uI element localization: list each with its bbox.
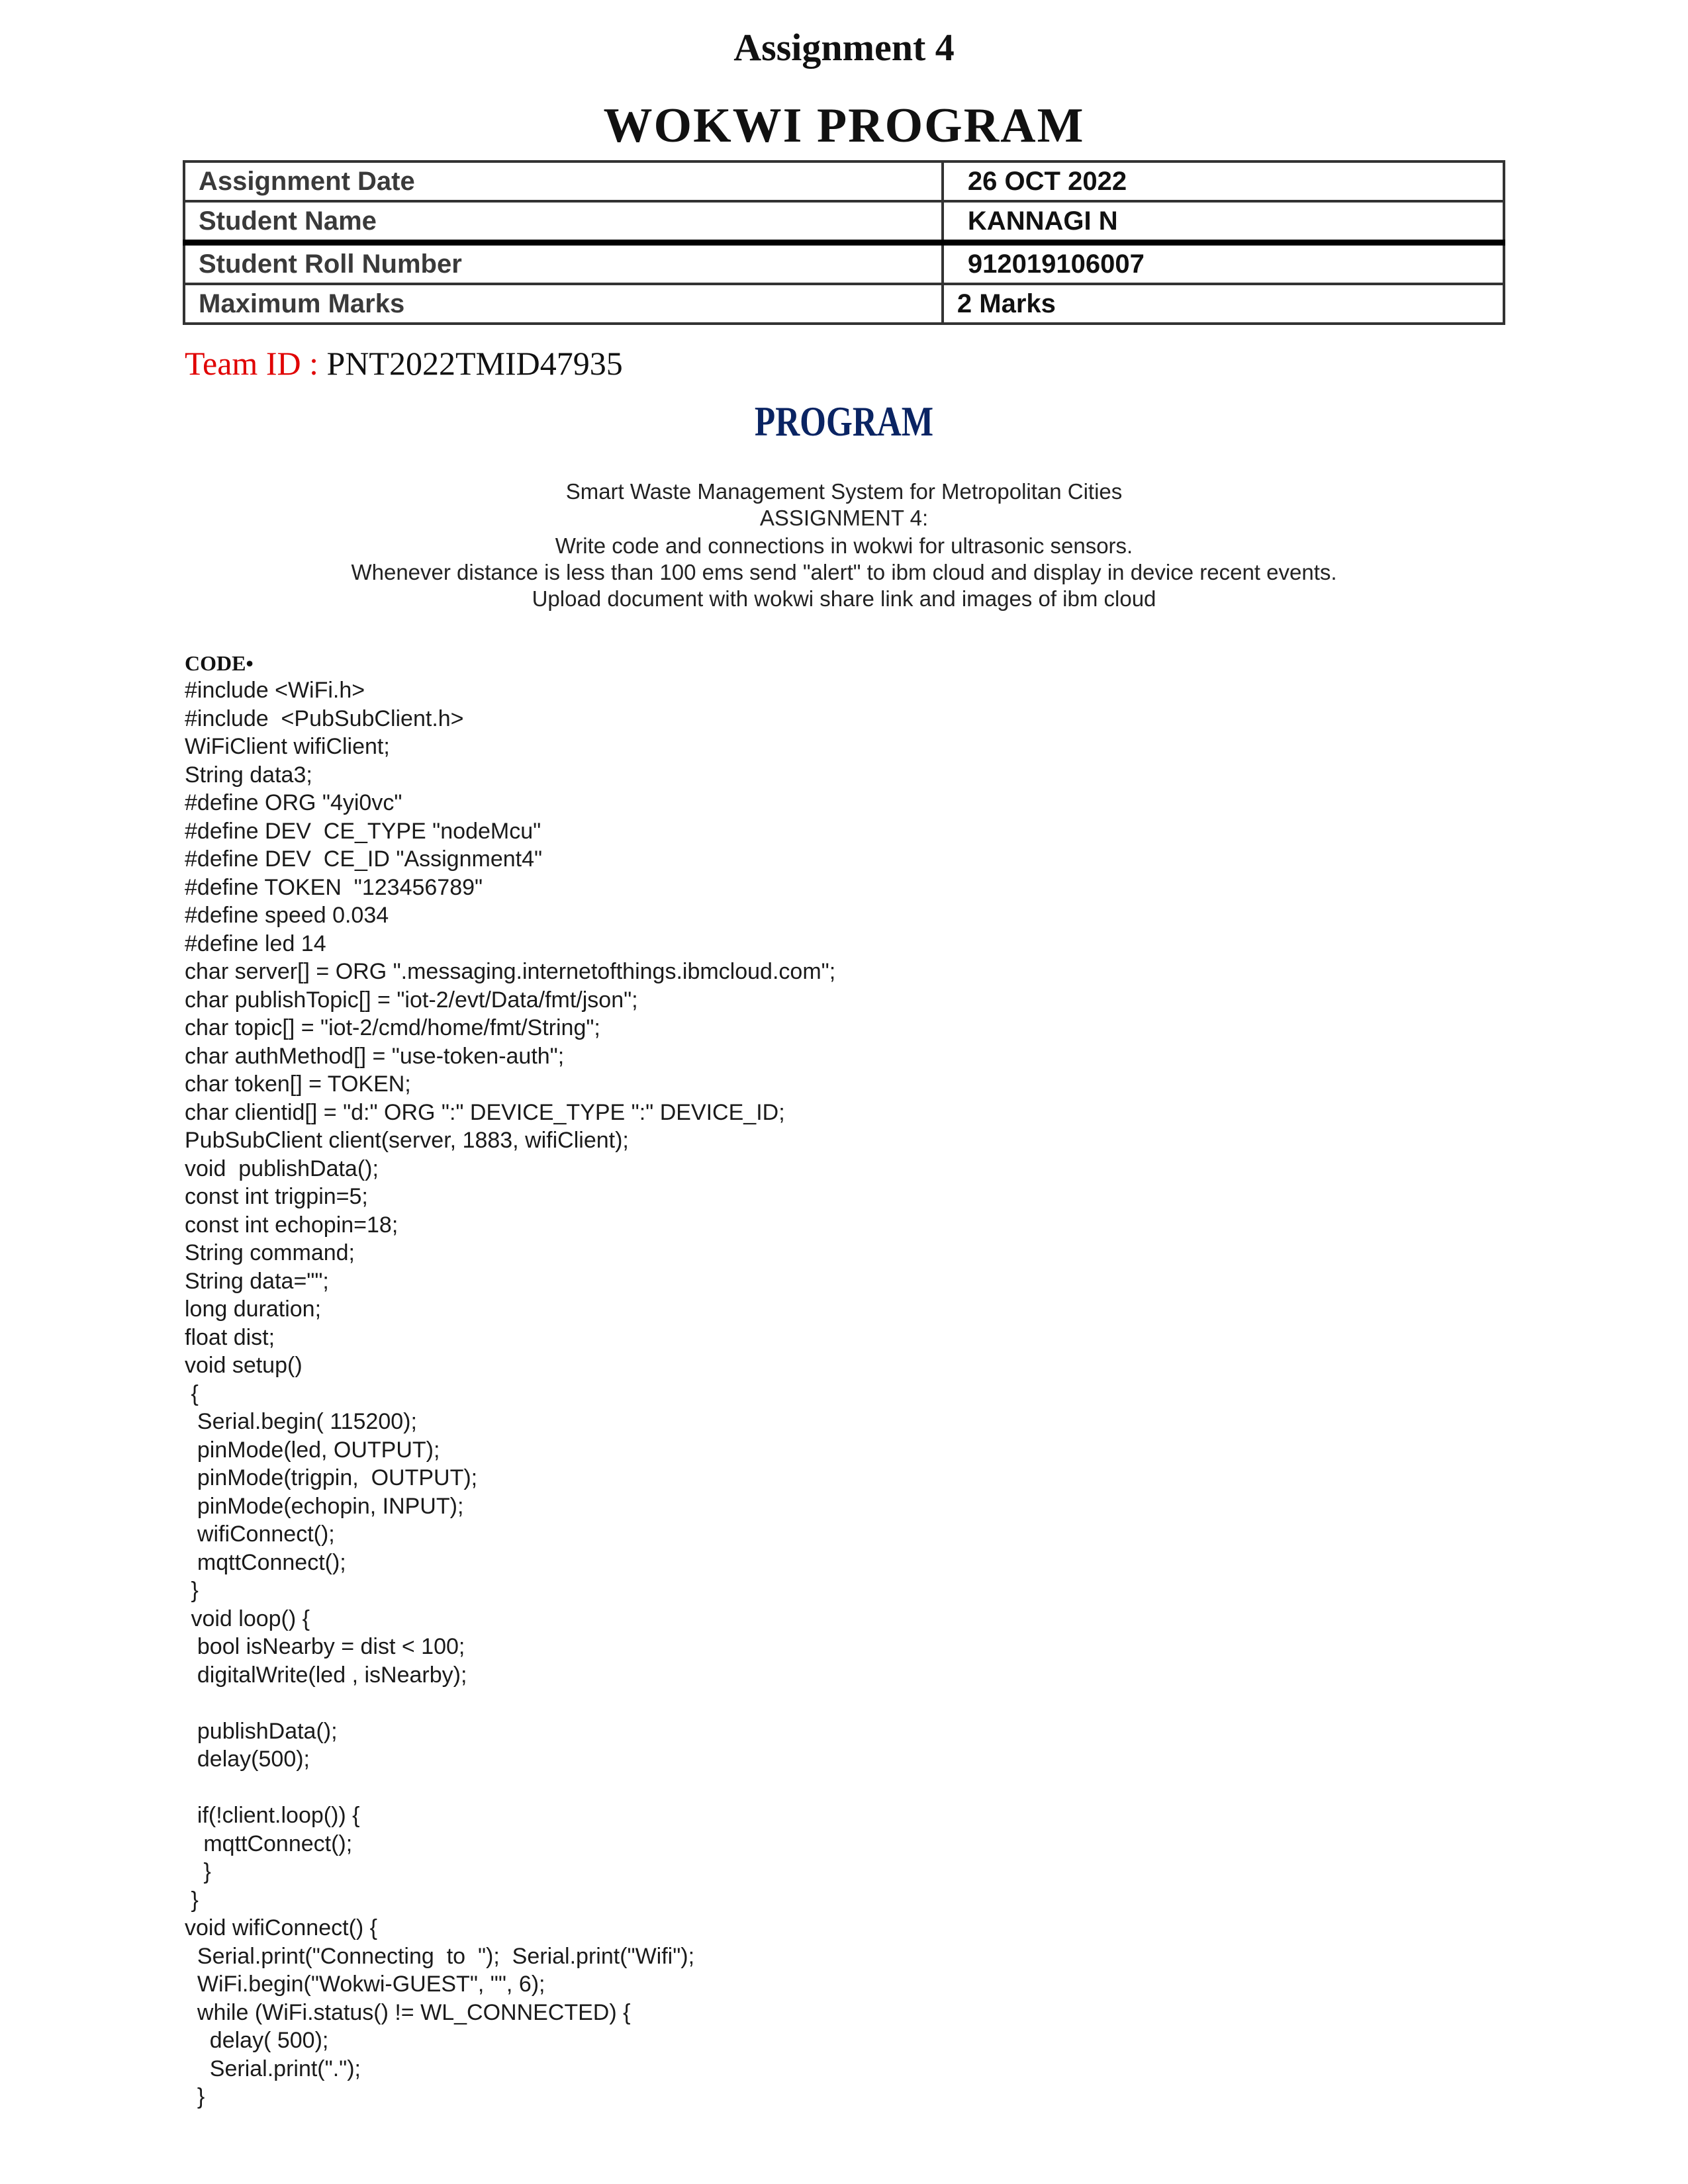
description-line: ASSIGNMENT 4: — [759, 506, 929, 530]
code-line: #define ORG "4yi0vc" — [185, 790, 402, 815]
code-line: while (WiFi.status() != WL_CONNECTED) { — [185, 1999, 631, 2025]
code-line: publishData(); — [185, 1718, 338, 1744]
code-line: } — [185, 1887, 199, 1913]
code-line: const int echopin=18; — [185, 1212, 399, 1238]
code-line: char server[] = ORG ".messaging.internet… — [185, 959, 836, 984]
info-label: Student Roll Number — [183, 241, 944, 285]
team-id: Team ID : PNT2022TMID47935 — [185, 344, 623, 383]
document-subtitle: WOKWI PROGRAM — [603, 99, 1085, 153]
code-line: void publishData(); — [185, 1156, 379, 1181]
info-label: Maximum Marks — [183, 283, 944, 325]
info-row-name: Student Name KANNAGI N — [183, 200, 1506, 246]
description-line: Smart Waste Management System for Metrop… — [565, 479, 1123, 504]
code-line: void setup() — [185, 1353, 303, 1378]
code-line: mqttConnect(); — [185, 1549, 346, 1575]
program-heading: PROGRAM — [754, 398, 934, 445]
info-table: Assignment Date 26 OCT 2022 Student Name K… — [183, 160, 1506, 325]
code-line: #define DEV CE_TYPE "nodeMcu" — [185, 818, 541, 844]
code-line: const int trigpin=5; — [185, 1184, 368, 1209]
code-line: String data=""; — [185, 1268, 329, 1294]
code-block: #include <WiFi.h> #include <PubSubClient.… — [185, 676, 835, 2111]
description-line: Whenever distance is less than 100 ems s… — [351, 560, 1337, 584]
code-line: delay(500); — [185, 1747, 310, 1772]
code-line: #include <WiFi.h> — [185, 678, 365, 703]
code-line: char clientid[] = "d:" ORG ":" DEVICE_TY… — [185, 1099, 785, 1125]
code-label: CODE• — [185, 651, 254, 675]
team-id-value: PNT2022TMID47935 — [326, 345, 623, 382]
info-value: 912019106007 — [941, 241, 1506, 285]
info-row-date: Assignment Date 26 OCT 2022 — [183, 160, 1506, 203]
code-line: #include <PubSubClient.h> — [185, 705, 464, 731]
code-line: pinMode(led, OUTPUT); — [185, 1437, 440, 1463]
info-row-marks: Maximum Marks 2 Marks — [183, 283, 1506, 325]
code-line: delay( 500); — [185, 2028, 329, 2053]
info-value: KANNAGI N — [941, 200, 1506, 246]
code-line: float dist; — [185, 1324, 275, 1350]
description-line: Upload document with wokwi share link an… — [532, 586, 1156, 611]
code-line: void loop() { — [185, 1606, 310, 1631]
code-line: char authMethod[] = "use-token-auth"; — [185, 1043, 565, 1069]
code-line: { — [185, 1381, 199, 1406]
info-value: 26 OCT 2022 — [941, 160, 1506, 203]
code-line: } — [185, 1578, 199, 1603]
code-line: char topic[] = "iot-2/cmd/home/fmt/Strin… — [185, 1015, 600, 1040]
code-line: wifiConnect(); — [185, 1522, 335, 1547]
code-line: String data3; — [185, 762, 312, 788]
code-line: WiFiClient wifiClient; — [185, 734, 390, 759]
info-value: 2 Marks — [941, 283, 1506, 325]
code-line: char token[] = TOKEN; — [185, 1071, 411, 1097]
code-line: #define speed 0.034 — [185, 903, 389, 928]
code-line: Serial.print("Connecting to "); Serial.p… — [185, 1943, 695, 1969]
code-line: Serial.begin( 115200); — [185, 1409, 417, 1434]
code-line: bool isNearby = dist < 100; — [185, 1634, 465, 1659]
code-line: char publishTopic[] = "iot-2/evt/Data/fm… — [185, 987, 638, 1013]
document-title: Assignment 4 — [733, 26, 955, 69]
code-line: pinMode(echopin, INPUT); — [185, 1493, 464, 1519]
code-line: #define TOKEN "123456789" — [185, 874, 483, 900]
code-line: #define led 14 — [185, 931, 326, 956]
info-label: Assignment Date — [183, 160, 944, 203]
code-line: } — [185, 1859, 211, 1884]
code-line: mqttConnect(); — [185, 1831, 353, 1856]
code-line: String command; — [185, 1240, 355, 1265]
code-line: void wifiConnect() { — [185, 1915, 378, 1940]
code-line: Serial.print("."); — [185, 2056, 361, 2081]
code-line: WiFi.begin("Wokwi-GUEST", "", 6); — [185, 1972, 545, 1997]
info-row-roll: Student Roll Number 912019106007 — [183, 241, 1506, 285]
code-line: if(!client.loop()) { — [185, 1803, 360, 1828]
description-line: Write code and connections in wokwi for … — [555, 533, 1133, 558]
code-line: #define DEV CE_ID "Assignment4" — [185, 846, 543, 872]
team-id-label: Team ID : — [185, 345, 327, 382]
info-label: Student Name — [183, 200, 944, 246]
code-line: PubSubClient client(server, 1883, wifiCl… — [185, 1128, 629, 1153]
code-line: digitalWrite(led , isNearby); — [185, 1662, 467, 1688]
code-line: } — [185, 2084, 205, 2109]
code-line: pinMode(trigpin, OUTPUT); — [185, 1465, 478, 1490]
code-line: long duration; — [185, 1297, 322, 1322]
